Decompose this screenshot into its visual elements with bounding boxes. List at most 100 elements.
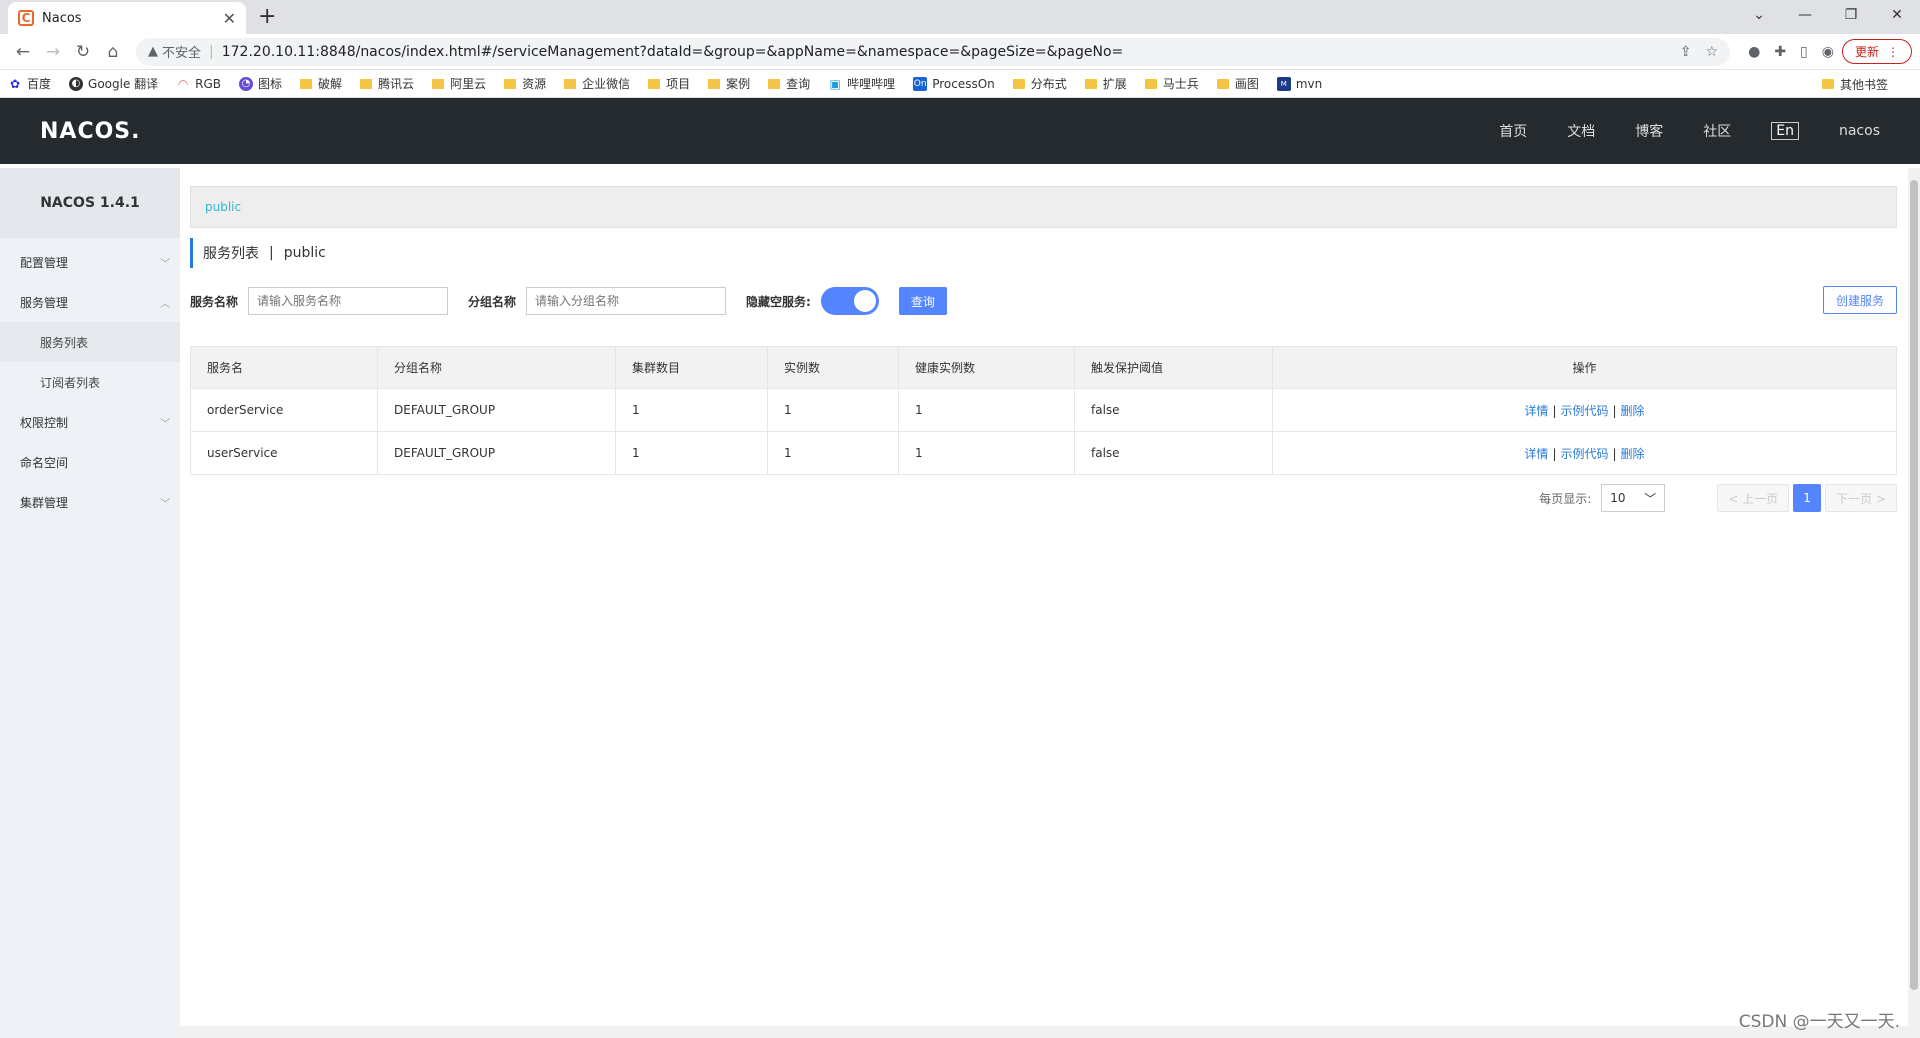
bookmarks-bar: ✿ 百度 ◐ Google 翻译 ◠ RGB ◔ 图标 破解 腾讯云 阿里云 资源 企业… (0, 70, 1920, 98)
language-toggle[interactable]: En (1771, 122, 1799, 140)
delete-link[interactable]: 删除 (1621, 404, 1645, 418)
sample-code-link[interactable]: 示例代码 (1560, 404, 1608, 418)
close-window-icon[interactable]: ✕ (1874, 0, 1920, 30)
folder-icon (360, 78, 373, 89)
mvn-icon: M (1276, 76, 1291, 91)
sample-code-link[interactable]: 示例代码 (1560, 447, 1608, 461)
sidebar-item-cluster[interactable]: 集群管理 ﹀ (0, 482, 180, 522)
query-button[interactable]: 查询 (898, 287, 947, 315)
restore-icon[interactable]: ❐ (1828, 0, 1874, 30)
sidebar: NACOS 1.4.1 配置管理 ﹀ 服务管理 ︿ 服务列表 订阅者列表 权限控制 ﹀… (0, 168, 180, 1038)
sidebar-item-config[interactable]: 配置管理 ﹀ (0, 242, 180, 282)
profile-avatar-icon[interactable]: ◉ (1822, 44, 1834, 60)
cell-cluster-count: 1 (615, 388, 768, 432)
detail-link[interactable]: 详情 (1524, 404, 1548, 418)
extensions-puzzle-icon[interactable]: ✚ (1774, 44, 1786, 60)
folder-icon (1084, 78, 1097, 89)
page-number-current[interactable]: 1 (1793, 484, 1822, 512)
page-size-select[interactable]: 10 ﹀ (1601, 484, 1666, 512)
new-tab-icon[interactable]: + (258, 4, 276, 29)
bookmark-bilibili[interactable]: ▣ 哔哩哔哩 (828, 75, 896, 92)
bookmark-google-translate[interactable]: ◐ Google 翻译 (69, 75, 158, 92)
bookmark-folder[interactable]: 腾讯云 (360, 75, 414, 92)
tab-search-icon[interactable]: ⌄ (1736, 0, 1782, 30)
col-instance-count: 实例数 (767, 346, 899, 389)
url-text[interactable]: 172.20.10.11:8848/nacos/index.html#/serv… (222, 44, 1680, 60)
bookmark-folder[interactable]: 案例 (708, 75, 750, 92)
sidebar-item-auth[interactable]: 权限控制 ﹀ (0, 402, 180, 442)
bookmark-mvn[interactable]: Mmvn (1276, 76, 1322, 91)
bookmark-star-icon[interactable]: ☆ (1706, 44, 1719, 60)
nav-home[interactable]: 首页 (1499, 121, 1527, 141)
folder-icon (648, 78, 661, 89)
reload-icon[interactable]: ↻ (68, 37, 98, 67)
sidebar-item-subscriber-list[interactable]: 订阅者列表 (0, 362, 180, 402)
user-name[interactable]: nacos (1839, 123, 1880, 139)
address-bar[interactable]: ▲ 不安全 | 172.20.10.11:8848/nacos/index.ht… (136, 37, 1731, 66)
bookmark-rgb[interactable]: ◠ RGB (176, 77, 221, 91)
namespace-link[interactable]: public (205, 200, 241, 214)
bookmark-folder[interactable]: 企业微信 (564, 75, 630, 92)
nav-community[interactable]: 社区 (1703, 121, 1731, 141)
bookmark-folder[interactable]: 项目 (648, 75, 690, 92)
bookmark-other[interactable]: 其他书签 (1821, 70, 1888, 98)
horizontal-scrollbar[interactable] (180, 1026, 1920, 1038)
minimize-icon[interactable]: — (1782, 0, 1828, 30)
table-row: userService DEFAULT_GROUP 1 1 1 false 详情… (190, 431, 1897, 475)
detail-link[interactable]: 详情 (1524, 447, 1548, 461)
nacos-logo[interactable]: NACOS. (40, 119, 141, 144)
bookmark-icons[interactable]: ◔ 图标 (239, 75, 282, 92)
scrollbar-thumb[interactable] (1910, 180, 1918, 990)
prev-page-button[interactable]: < 上一页 (1717, 484, 1790, 512)
cell-service-name: orderService (190, 388, 378, 432)
home-icon[interactable]: ⌂ (98, 37, 128, 67)
delete-link[interactable]: 删除 (1621, 447, 1645, 461)
cell-cluster-count: 1 (615, 431, 768, 475)
group-name-input[interactable] (526, 287, 727, 315)
bookmark-folder[interactable]: 阿里云 (432, 75, 486, 92)
cell-group-name: DEFAULT_GROUP (377, 431, 616, 475)
extension-circle-icon[interactable]: ● (1748, 44, 1760, 60)
next-page-button[interactable]: 下一页 > (1825, 484, 1897, 512)
bookmark-folder[interactable]: 查询 (768, 75, 810, 92)
share-icon[interactable]: ⇪ (1680, 44, 1692, 60)
folder-icon (708, 78, 721, 89)
folder-icon (564, 78, 577, 89)
baidu-paw-icon: ✿ (9, 76, 21, 91)
kebab-menu-icon: ⋮ (1887, 44, 1899, 59)
back-icon[interactable]: ← (8, 37, 38, 67)
browser-tabbar: C Nacos ✕ + ⌄ — ❐ ✕ (0, 0, 1920, 34)
rainbow-icon: ◠ (177, 76, 189, 91)
bookmark-folder[interactable]: 画图 (1216, 75, 1259, 92)
forward-icon[interactable]: → (38, 37, 68, 67)
address-separator: | (209, 43, 214, 60)
folder-icon (768, 78, 781, 89)
tab-title: Nacos (42, 10, 82, 26)
bookmark-baidu[interactable]: ✿ 百度 (8, 75, 51, 92)
nav-blog[interactable]: 博客 (1635, 121, 1663, 141)
iconfont-icon: ◔ (239, 76, 254, 91)
create-service-button[interactable]: 创建服务 (1822, 286, 1897, 314)
content-panel: public 服务列表 | public 服务名称 分组名称 隐藏空服务: 查询… (180, 168, 1920, 1038)
sidebar-item-service-list[interactable]: 服务列表 (0, 322, 180, 362)
bookmark-folder[interactable]: 破解 (300, 75, 342, 92)
bookmark-processon[interactable]: On ProcessOn (913, 76, 995, 91)
close-tab-icon[interactable]: ✕ (223, 9, 236, 28)
sidebar-item-namespace[interactable]: 命名空间 (0, 442, 180, 482)
bookmark-folder[interactable]: 资源 (504, 75, 546, 92)
sidebar-item-service[interactable]: 服务管理 ︿ (0, 282, 180, 322)
window-controls: ⌄ — ❐ ✕ (1736, 0, 1920, 30)
vertical-scrollbar[interactable] (1908, 168, 1920, 1038)
bookmark-folder[interactable]: 扩展 (1084, 75, 1127, 92)
bookmark-folder[interactable]: 分布式 (1012, 75, 1067, 92)
nav-docs[interactable]: 文档 (1567, 121, 1595, 141)
folder-icon (300, 78, 313, 89)
browser-tab[interactable]: C Nacos ✕ (8, 2, 246, 34)
update-button[interactable]: 更新 ⋮ (1841, 39, 1912, 64)
service-name-input[interactable] (248, 287, 449, 315)
cell-protect-threshold: false (1074, 431, 1273, 475)
side-panel-icon[interactable]: ▯ (1800, 44, 1808, 60)
warning-icon: ▲ (148, 44, 158, 59)
bookmark-folder[interactable]: 马士兵 (1144, 75, 1199, 92)
hide-empty-toggle[interactable] (820, 287, 879, 315)
